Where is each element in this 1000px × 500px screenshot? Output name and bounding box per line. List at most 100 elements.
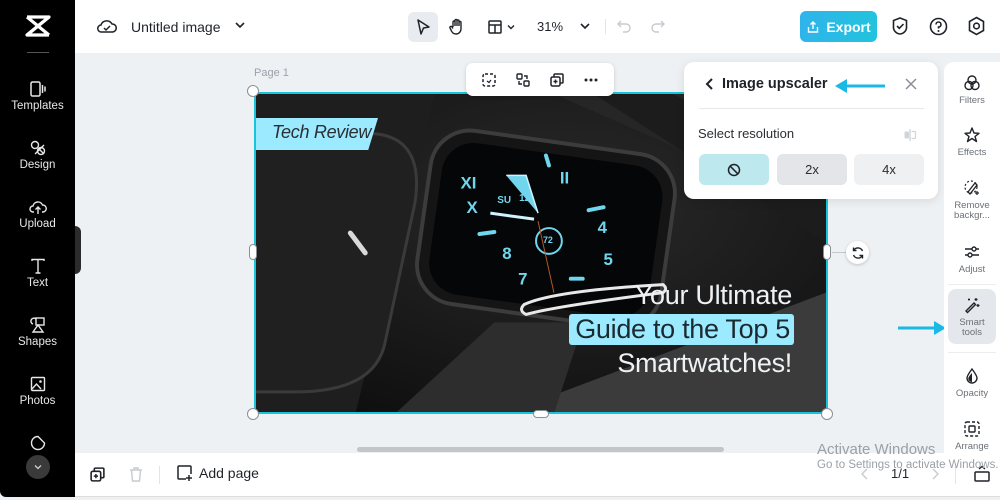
chevron-right-icon	[932, 468, 939, 480]
rail-item-arrange[interactable]: Arrange	[948, 420, 996, 452]
horizontal-scrollbar[interactable]	[357, 447, 724, 452]
resolution-option-4x[interactable]: 4x	[854, 154, 924, 185]
sidebar-item-text[interactable]: Text	[0, 257, 75, 289]
close-icon	[905, 78, 917, 90]
logo-divider	[27, 52, 49, 53]
zoom-level[interactable]: 31%	[537, 19, 563, 34]
hand-tool-button[interactable]	[442, 12, 472, 42]
zoom-dropdown-chevron-icon[interactable]	[578, 19, 592, 38]
headline-line-3[interactable]: Smartwatches!	[617, 348, 792, 379]
help-icon[interactable]	[928, 16, 948, 36]
title-menu-chevron-icon[interactable]	[233, 18, 247, 37]
duplicate-button[interactable]	[544, 67, 570, 93]
sidebar-item-shapes[interactable]: Shapes	[0, 316, 75, 348]
headline-line-1[interactable]: Your Ultimate	[635, 280, 792, 311]
svg-text:4: 4	[598, 218, 608, 237]
panel-collapse-handle[interactable]	[75, 226, 81, 274]
prev-page-button[interactable]	[860, 467, 870, 486]
trash-icon	[130, 467, 142, 482]
chevron-left-icon	[861, 468, 868, 480]
headline-line-2-highlighted[interactable]: Guide to the Top 5	[569, 314, 794, 345]
upload-cloud-icon	[28, 201, 47, 214]
document-title[interactable]: Untitled image	[131, 19, 221, 35]
select-tool-button[interactable]	[408, 12, 438, 42]
swap-button[interactable]	[510, 67, 536, 93]
hand-pan-icon	[449, 18, 462, 35]
resize-handle-bottom-right[interactable]	[821, 408, 833, 420]
templates-icon	[29, 81, 46, 97]
resize-handle-top-left[interactable]	[247, 85, 259, 97]
shield-check-icon[interactable]	[890, 16, 910, 36]
resolution-option-2x[interactable]: 2x	[777, 154, 847, 185]
select-resolution-label: Select resolution	[698, 126, 795, 141]
resize-handle-bottom[interactable]	[533, 410, 549, 418]
cloud-saved-icon[interactable]	[97, 17, 117, 40]
more-options-button[interactable]	[578, 67, 604, 93]
bottom-divider	[955, 466, 956, 484]
rail-label: Arrange	[955, 441, 989, 452]
delete-page-button[interactable]	[128, 466, 144, 483]
capcut-logo-icon[interactable]	[0, 0, 75, 52]
chevron-left-icon	[705, 78, 713, 90]
svg-text:5: 5	[604, 250, 613, 269]
sidebar-item-templates[interactable]: Templates	[0, 80, 75, 112]
page-indicator: 1/1	[891, 466, 910, 481]
rail-divider	[948, 284, 996, 285]
sidebar-label: Text	[26, 277, 49, 289]
sidebar-label: Upload	[19, 218, 56, 230]
page-panel-toggle[interactable]	[973, 465, 991, 488]
export-label: Export	[826, 18, 871, 35]
compare-icon[interactable]	[903, 128, 917, 146]
select-area-icon	[482, 72, 496, 87]
layout-menu-button[interactable]	[483, 12, 519, 42]
rail-label: Filters	[959, 95, 985, 106]
resize-handle-right[interactable]	[823, 244, 831, 260]
sidebar-label: Shapes	[17, 336, 57, 348]
rail-item-adjust[interactable]: Adjust	[948, 243, 996, 275]
settings-icon[interactable]	[966, 16, 986, 36]
arrange-icon	[964, 421, 980, 437]
adjust-icon	[965, 246, 979, 258]
svg-text:8: 8	[502, 244, 511, 263]
top-toolbar: Untitled image 31% Export	[75, 0, 1000, 53]
sidebar-item-stickers[interactable]	[0, 434, 75, 454]
design-icon	[30, 140, 45, 156]
sidebar-item-upload[interactable]: Upload	[0, 198, 75, 230]
sticker-icon	[30, 435, 45, 451]
rail-item-filters[interactable]: Filters	[948, 74, 996, 106]
undo-icon[interactable]	[616, 18, 632, 39]
sidebar-item-photos[interactable]: Photos	[0, 375, 75, 407]
rail-item-opacity[interactable]: Opacity	[948, 367, 996, 399]
opacity-icon	[966, 367, 978, 384]
resize-handle-left[interactable]	[249, 244, 257, 260]
effects-icon	[964, 127, 980, 143]
sidebar-item-design[interactable]: Design	[0, 139, 75, 171]
tag-text: Tech Review	[272, 122, 372, 142]
rail-item-remove-background[interactable]: Remove backgr...	[948, 179, 996, 221]
export-button[interactable]: Export	[800, 11, 877, 42]
resolution-option-none[interactable]	[699, 154, 769, 185]
back-button[interactable]	[704, 77, 716, 96]
chevron-down-icon	[34, 465, 42, 470]
redo-icon[interactable]	[650, 18, 666, 39]
resize-handle-bottom-left[interactable]	[247, 408, 259, 420]
rotate-icon	[852, 246, 863, 259]
element-floating-toolbar	[466, 63, 614, 96]
page-label: Page 1	[254, 67, 289, 79]
rail-item-smart-tools[interactable]: Smart tools	[948, 289, 996, 344]
rail-item-effects[interactable]: Effects	[948, 126, 996, 158]
close-button[interactable]	[904, 77, 918, 96]
next-page-button[interactable]	[930, 467, 940, 486]
tech-review-tag[interactable]: Tech Review	[256, 118, 378, 150]
sidebar-expand-button[interactable]	[26, 455, 50, 479]
chevron-down-icon	[507, 25, 514, 30]
remove-background-icon	[964, 180, 979, 195]
photos-icon	[30, 376, 45, 392]
magic-wand-icon	[965, 298, 980, 314]
add-page-button[interactable]: Add page	[176, 464, 259, 481]
sidebar-label: Templates	[11, 100, 64, 112]
rail-label: Effects	[957, 147, 987, 158]
duplicate-page-button[interactable]	[89, 466, 106, 483]
select-area-button[interactable]	[476, 67, 502, 93]
rotate-button[interactable]	[846, 241, 869, 264]
